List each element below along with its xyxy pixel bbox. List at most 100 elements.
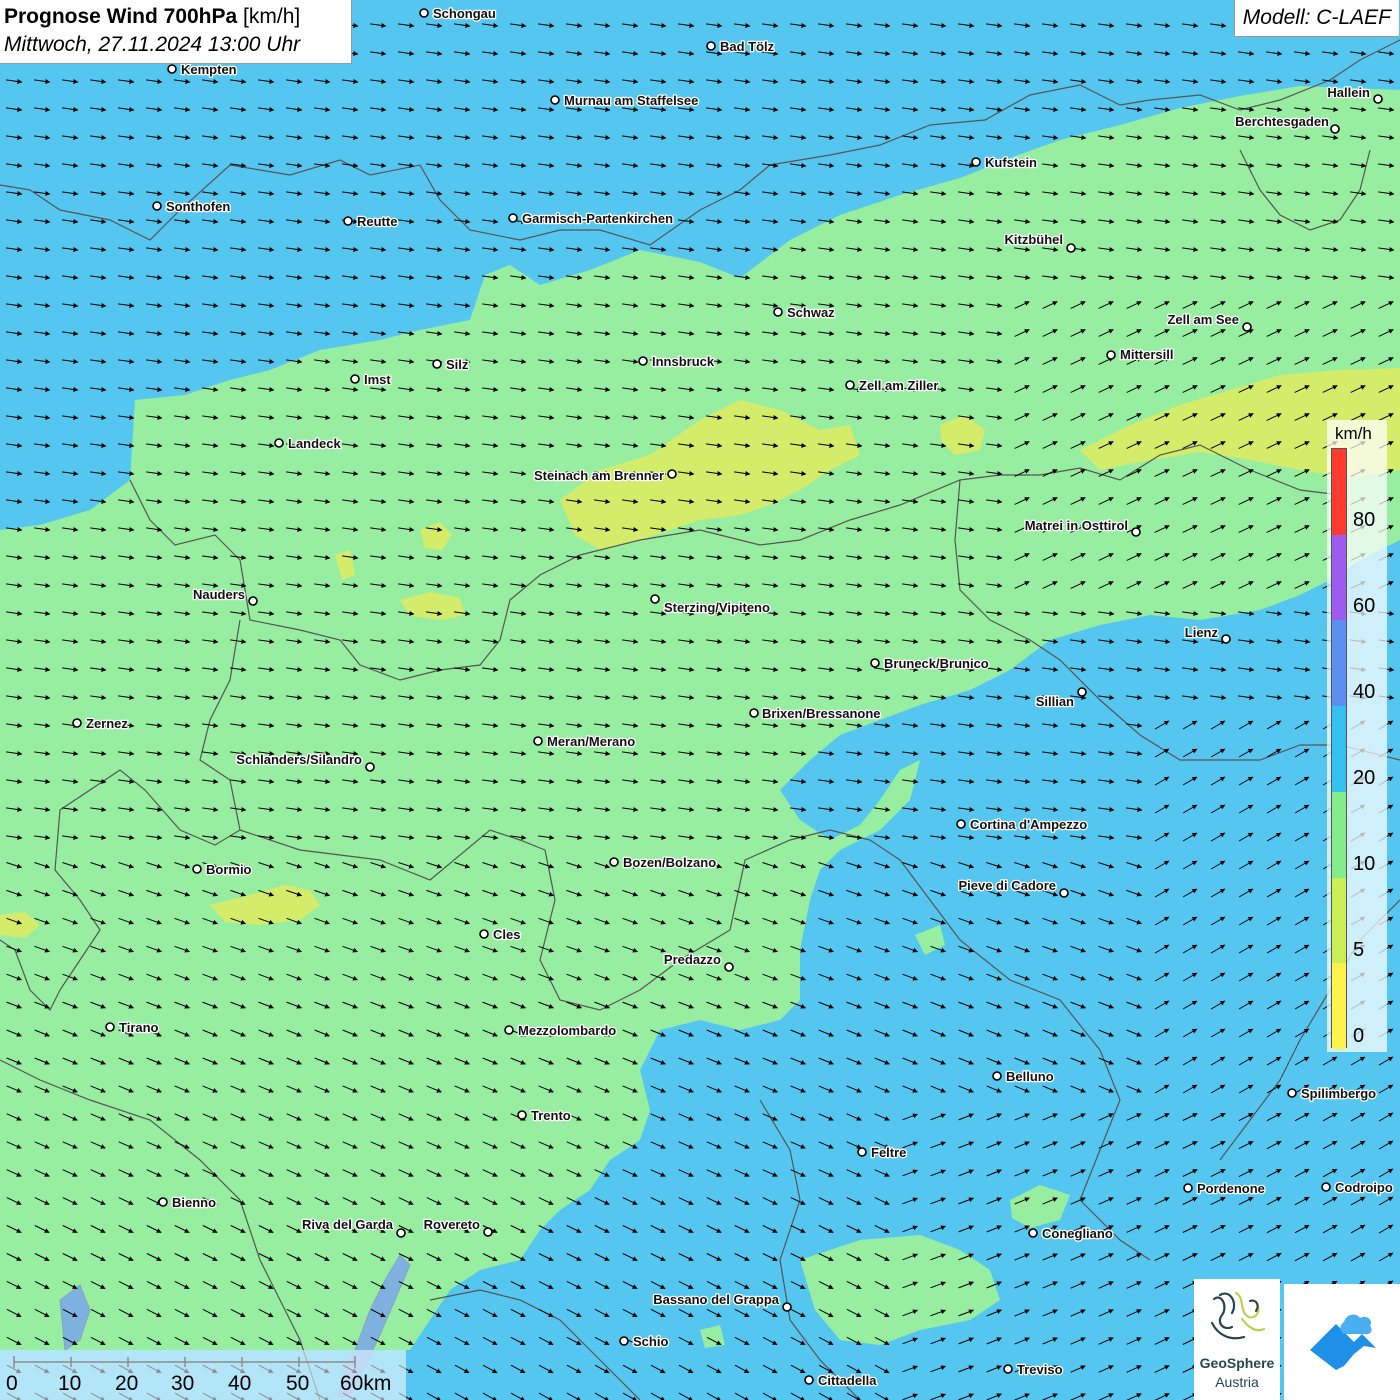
city-marker: Garmisch-Partenkirchen	[508, 210, 674, 227]
city-label: Bruneck/Brunico	[884, 656, 989, 671]
city-label: Hallein	[1327, 85, 1370, 100]
city-label: Riva del Garda	[302, 1217, 394, 1232]
city-dot-icon	[479, 929, 489, 939]
city-label: Codroipo	[1335, 1180, 1393, 1195]
city-marker: Meran/Merano	[533, 733, 636, 750]
legend-swatch	[1332, 791, 1346, 878]
city-dot-icon	[870, 658, 880, 668]
city-dot-icon	[419, 8, 429, 18]
legend-tick-label: 40	[1353, 681, 1376, 703]
map-title: Prognose Wind 700hPa [km/h]	[4, 3, 347, 31]
city-label: Cortina d'Ampezzo	[970, 817, 1087, 832]
city-dot-icon	[504, 1025, 514, 1035]
city-marker: Conegliano	[1028, 1225, 1114, 1242]
city-dot-icon	[167, 64, 177, 74]
city-dot-icon	[845, 380, 855, 390]
scale-label: 40	[228, 1372, 252, 1395]
city-marker: Pordenone	[1183, 1180, 1266, 1197]
city-dot-icon	[971, 157, 981, 167]
scale-label: 30	[171, 1372, 195, 1395]
city-label: Mezzolombardo	[518, 1023, 616, 1038]
city-marker: Murnau am Staffelsee	[550, 92, 700, 109]
city-dot-icon	[1003, 1364, 1013, 1374]
city-label: Schlanders/Silandro	[236, 752, 362, 767]
city-dot-icon	[1131, 527, 1141, 537]
city-dot-icon	[1373, 94, 1383, 104]
city-dot-icon	[248, 596, 258, 606]
city-dot-icon	[72, 718, 82, 728]
city-label: Schongau	[433, 6, 496, 21]
city-marker: Spilimbergo	[1287, 1085, 1377, 1102]
city-label: Meran/Merano	[547, 734, 635, 749]
city-marker: Zell am Ziller	[845, 377, 940, 394]
city-label: Rovereto	[424, 1217, 480, 1232]
city-label: Zell am Ziller	[859, 378, 938, 393]
city-dot-icon	[1321, 1182, 1331, 1192]
model-label: Modell: C-LAEF	[1233, 0, 1399, 37]
city-label: Lienz	[1185, 625, 1219, 640]
city-label: Mittersill	[1120, 347, 1173, 362]
map-title-box: Prognose Wind 700hPa [km/h] Mittwoch, 27…	[0, 0, 352, 64]
city-label: Predazzo	[664, 952, 721, 967]
legend-swatch	[1332, 877, 1346, 964]
city-dot-icon	[1242, 322, 1252, 332]
city-dot-icon	[609, 857, 619, 867]
city-label: Tirano	[119, 1020, 159, 1035]
scale-label: 20	[115, 1372, 139, 1395]
city-dot-icon	[650, 594, 660, 604]
legend-swatch	[1332, 620, 1346, 707]
city-label: Silz	[446, 357, 469, 372]
city-label: Schwaz	[787, 305, 835, 320]
legend-swatch	[1332, 449, 1346, 535]
city-label: Zell am See	[1167, 312, 1239, 327]
city-label: Trento	[531, 1108, 571, 1123]
city-dot-icon	[619, 1336, 629, 1346]
map-datetime: Mittwoch, 27.11.2024 13:00 Uhr	[4, 33, 301, 56]
city-marker: Bozen/Bolzano	[609, 854, 718, 871]
city-dot-icon	[508, 213, 518, 223]
city-dot-icon	[667, 469, 677, 479]
city-dot-icon	[1077, 687, 1087, 697]
city-dot-icon	[152, 201, 162, 211]
city-label: Bad Tölz	[720, 39, 775, 54]
city-marker: Mezzolombardo	[504, 1022, 618, 1039]
city-dot-icon	[956, 819, 966, 829]
legend-swatch	[1332, 963, 1346, 1049]
city-label: Zernez	[86, 716, 128, 731]
city-label: Bormio	[206, 862, 252, 877]
city-dot-icon	[350, 374, 360, 384]
city-label: Pordenone	[1197, 1181, 1265, 1196]
city-dot-icon	[105, 1022, 115, 1032]
legend-swatch	[1332, 706, 1346, 792]
legend-tick-label: 0	[1353, 1025, 1365, 1047]
city-label: Matrei in Osttirol	[1025, 518, 1128, 533]
city-label: Pieve di Cadore	[958, 878, 1056, 893]
mountain-cloud-icon	[1310, 1314, 1376, 1370]
geosphere-logo: GeoSphere Austria	[1194, 1279, 1280, 1400]
scale-label: 0	[6, 1372, 18, 1395]
city-label: Conegliano	[1042, 1226, 1113, 1241]
scale-label: 50	[286, 1372, 310, 1395]
city-marker: Brixen/Bressanone	[749, 705, 882, 722]
city-label: Bozen/Bolzano	[623, 855, 716, 870]
legend-tick-label: 60	[1353, 595, 1376, 617]
city-dot-icon	[365, 762, 375, 772]
legend-tick-label: 80	[1353, 509, 1376, 531]
city-label: Treviso	[1017, 1362, 1063, 1377]
city-dot-icon	[638, 356, 648, 366]
city-dot-icon	[1106, 350, 1116, 360]
city-label: Steinach am Brenner	[534, 468, 664, 483]
city-dot-icon	[1183, 1183, 1193, 1193]
city-label: Murnau am Staffelsee	[564, 93, 698, 108]
city-marker: Bruneck/Brunico	[870, 655, 990, 672]
city-label: Feltre	[871, 1145, 906, 1160]
geosphere-name: GeoSphere	[1199, 1355, 1275, 1371]
city-dot-icon	[1059, 888, 1069, 898]
color-legend: km/h 80 60 40 20 10 5 0	[1327, 420, 1387, 1052]
city-label: Belluno	[1006, 1069, 1054, 1084]
scale-label: 10	[58, 1372, 82, 1395]
city-label: Berchtesgaden	[1235, 114, 1329, 129]
city-label: Kempten	[181, 62, 237, 77]
city-dot-icon	[1221, 634, 1231, 644]
weather-app-logo	[1284, 1284, 1400, 1400]
